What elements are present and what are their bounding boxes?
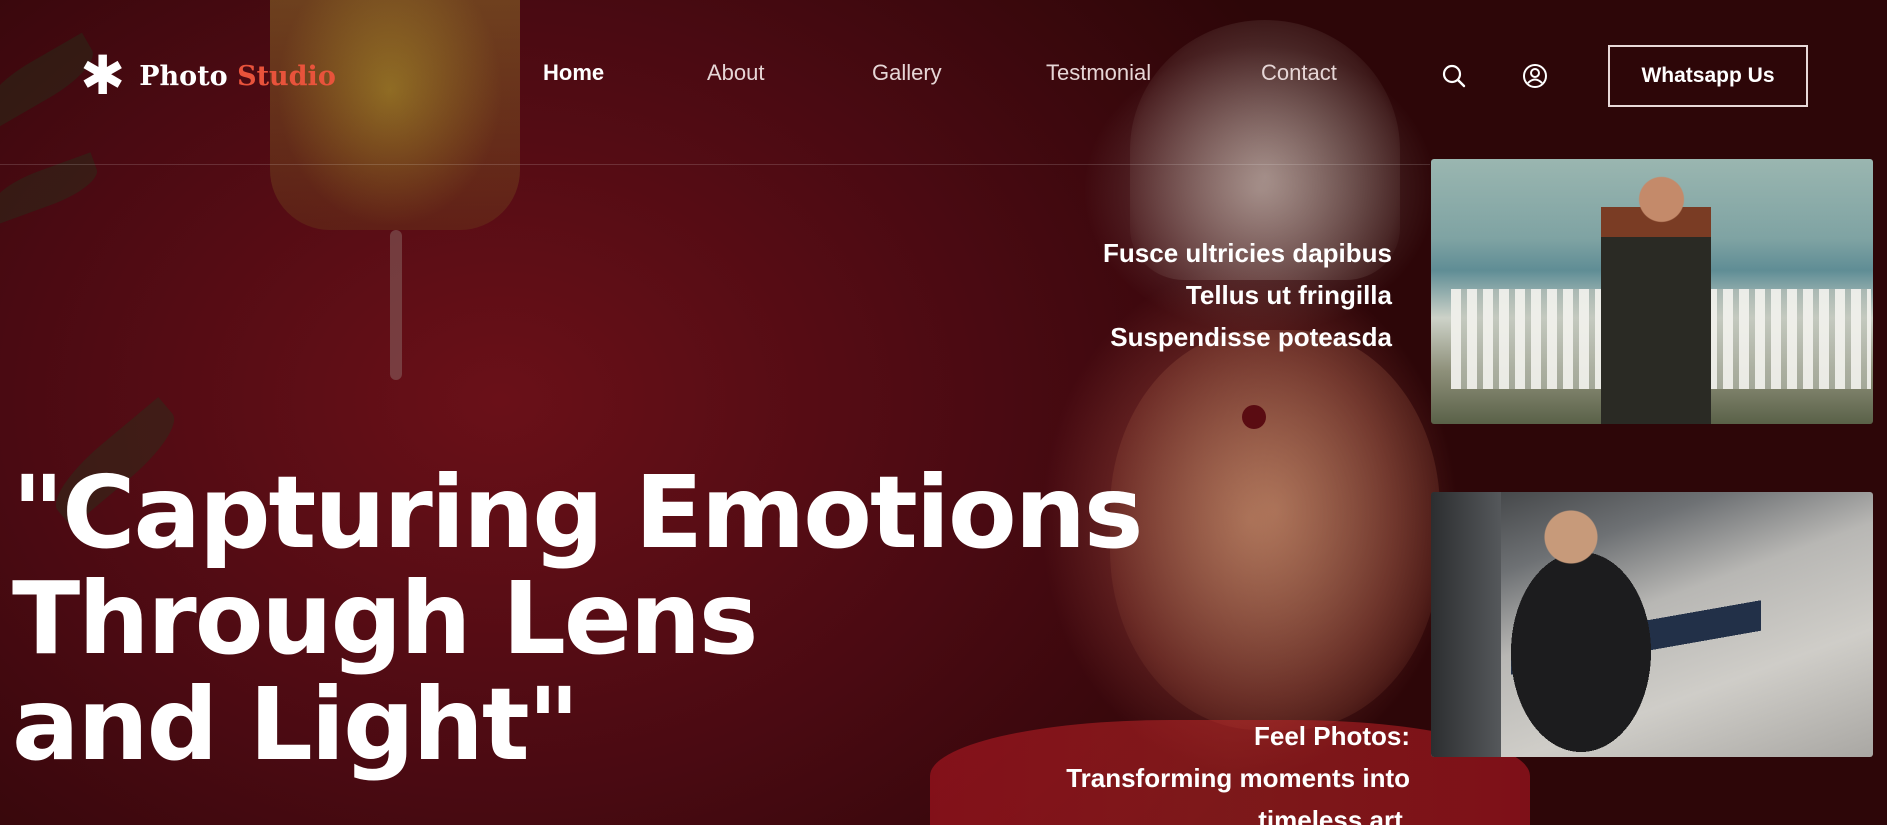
nav-contact[interactable]: Contact: [1261, 60, 1337, 86]
feel-photos-caption: Feel Photos: Transforming moments into t…: [1066, 715, 1410, 825]
gallery-photo-woman[interactable]: [1431, 159, 1873, 424]
site-header: ✱ Photo Studio Home About Gallery Testmo…: [0, 0, 1887, 150]
nav-about[interactable]: About: [707, 60, 765, 86]
nav-home[interactable]: Home: [543, 60, 604, 86]
leaf-decoration: [0, 152, 103, 224]
search-icon[interactable]: [1440, 62, 1468, 90]
tag-item: Fusce ultricies dapibus: [1103, 238, 1392, 268]
tag-list: Fusce ultricies dapibus Tellus ut fringi…: [1103, 232, 1392, 358]
bindi-backdrop: [1242, 405, 1266, 429]
nav-testimonial[interactable]: Testmonial: [1046, 60, 1151, 86]
hero-headline: "Capturing Emotions Through Lens and Lig…: [12, 460, 1162, 778]
hero-line: Through Lens: [12, 560, 758, 677]
gallery-photo-man[interactable]: [1431, 492, 1873, 757]
tag-item: Tellus ut fringilla: [1185, 280, 1392, 310]
logo-text: Photo Studio: [139, 61, 336, 92]
woman-figure: [1601, 167, 1711, 424]
caption-line: Feel Photos:: [1253, 721, 1410, 751]
hero-line: "Capturing Emotions: [12, 454, 1143, 571]
logo-text-accent: Studio: [237, 60, 336, 92]
asterisk-icon: ✱: [80, 44, 126, 107]
tag-item: Suspendisse poteasda: [1110, 322, 1392, 352]
header-divider: [0, 164, 1430, 165]
caption-line: Transforming moments into: [1066, 763, 1410, 793]
hero-line: and Light": [12, 666, 580, 783]
whatsapp-button[interactable]: Whatsapp Us: [1608, 45, 1808, 107]
logo[interactable]: ✱ Photo Studio: [80, 44, 336, 107]
lantern-chain-decoration: [390, 230, 402, 380]
wall-detail: [1431, 492, 1501, 757]
man-figure: [1511, 492, 1761, 757]
nav-gallery[interactable]: Gallery: [872, 60, 942, 86]
user-circle-icon[interactable]: [1521, 62, 1549, 90]
logo-text-main: Photo: [139, 60, 238, 92]
landing-page: ✱ Photo Studio Home About Gallery Testmo…: [0, 0, 1887, 825]
caption-line: timeless art.: [1258, 805, 1410, 825]
